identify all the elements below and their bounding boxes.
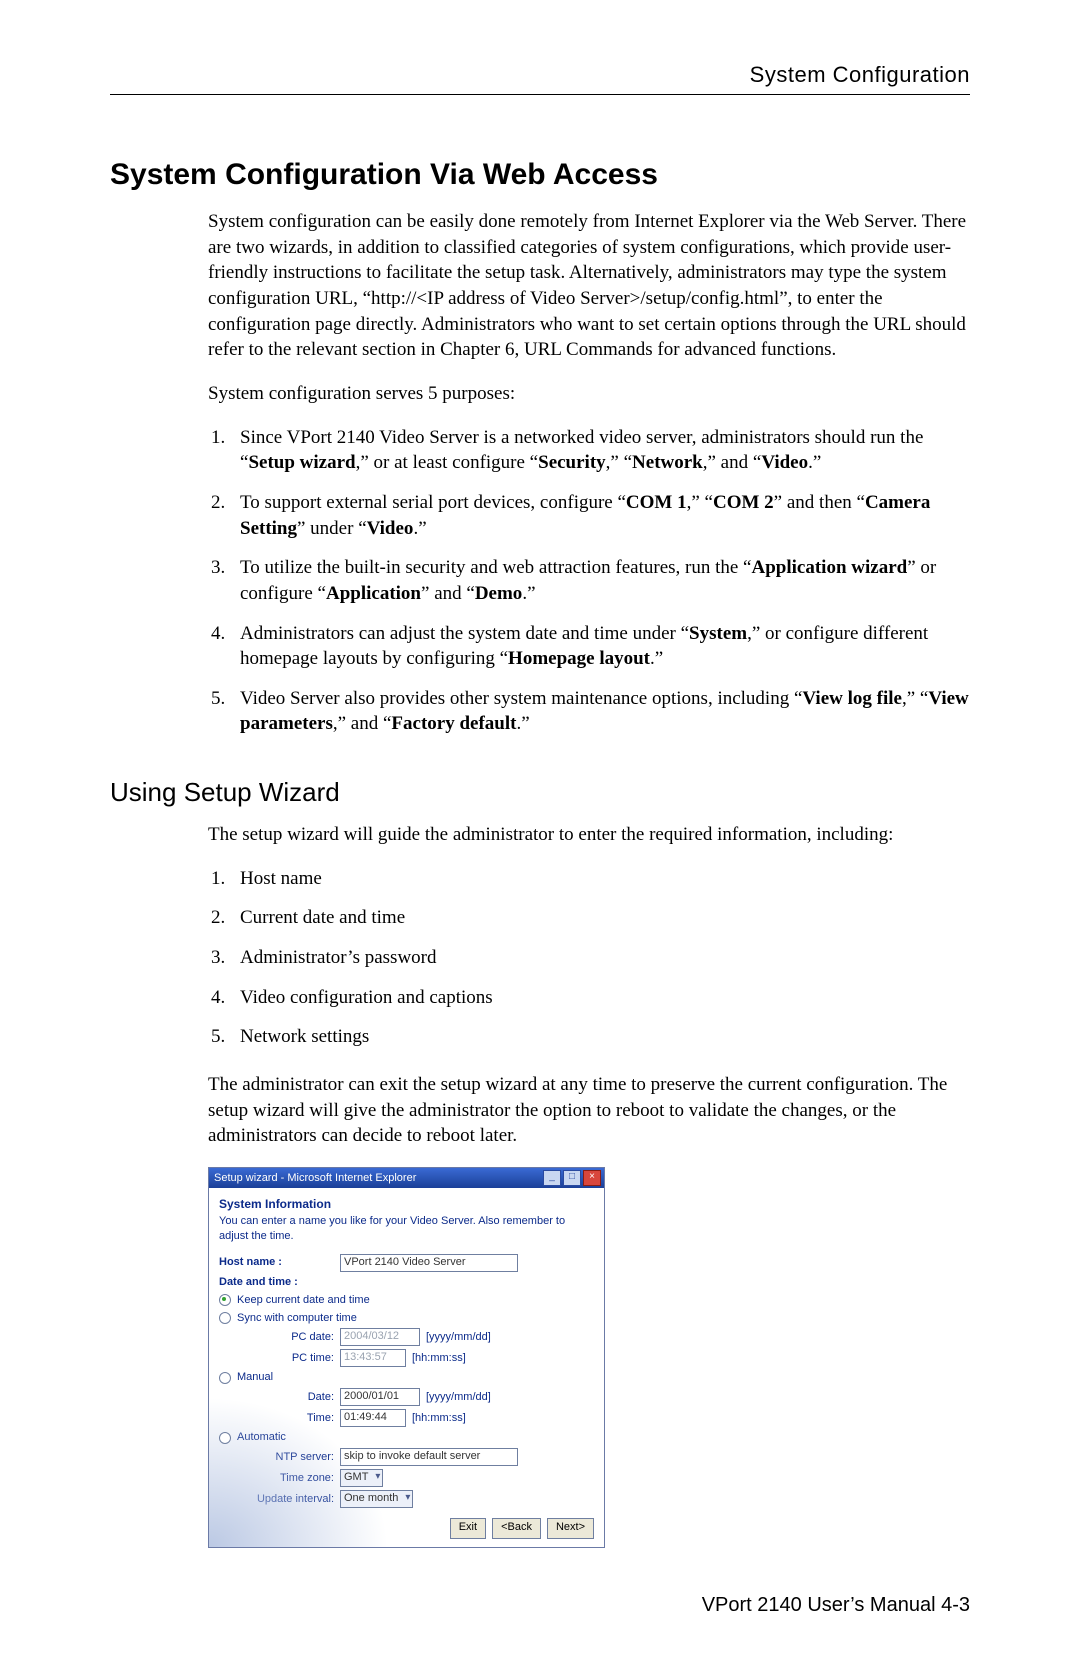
pc-date-input[interactable]: 2004/03/12	[340, 1328, 420, 1346]
list-item: Network settings	[230, 1024, 970, 1050]
update-interval-label: Update interval:	[219, 1492, 334, 1507]
dialog-subtext: You can enter a name you like for your V…	[219, 1214, 594, 1244]
radio-auto-label: Automatic	[237, 1430, 286, 1445]
hostname-label: Host name :	[219, 1255, 334, 1270]
list-item: Administrators can adjust the system dat…	[230, 621, 970, 672]
radio-manual-label: Manual	[237, 1370, 273, 1385]
wizard-lead: The setup wizard will guide the administ…	[208, 822, 970, 848]
manual-time-input[interactable]: 01:49:44	[340, 1409, 406, 1427]
radio-keep[interactable]	[219, 1294, 231, 1306]
back-button[interactable]: <Back	[492, 1518, 541, 1539]
list-item: To support external serial port devices,…	[230, 490, 970, 541]
radio-sync-label: Sync with computer time	[237, 1311, 357, 1326]
purposes-list: Since VPort 2140 Video Server is a netwo…	[208, 425, 970, 737]
update-interval-select[interactable]: One month	[340, 1490, 413, 1508]
manual-time-label: Time:	[219, 1411, 334, 1426]
list-item: To utilize the built-in security and web…	[230, 555, 970, 606]
list-item: Host name	[230, 866, 970, 892]
footer-text: VPort 2140 User’s Manual 4-3	[702, 1594, 970, 1616]
list-item: Since VPort 2140 Video Server is a netwo…	[230, 425, 970, 476]
wizard-list: Host name Current date and time Administ…	[208, 866, 970, 1050]
wizard-paragraph: The administrator can exit the setup wiz…	[208, 1072, 970, 1149]
pc-time-hint: [hh:mm:ss]	[412, 1351, 466, 1366]
manual-date-label: Date:	[219, 1390, 334, 1405]
pc-date-hint: [yyyy/mm/dd]	[426, 1330, 491, 1345]
list-item: Current date and time	[230, 905, 970, 931]
hostname-input[interactable]: VPort 2140 Video Server	[340, 1254, 518, 1272]
section-title: System Configuration Via Web Access	[110, 155, 970, 196]
manual-date-hint: [yyyy/mm/dd]	[426, 1390, 491, 1405]
page-header: System Configuration	[110, 60, 970, 95]
radio-auto[interactable]	[219, 1432, 231, 1444]
datetime-label: Date and time :	[219, 1275, 334, 1290]
minimize-button[interactable]: _	[543, 1170, 561, 1186]
intro-paragraph: System configuration can be easily done …	[208, 209, 970, 363]
maximize-button[interactable]: □	[563, 1170, 581, 1186]
list-item: Video configuration and captions	[230, 985, 970, 1011]
list-item: Administrator’s password	[230, 945, 970, 971]
ntp-label: NTP server:	[219, 1450, 334, 1465]
next-button[interactable]: Next>	[547, 1518, 594, 1539]
ntp-input[interactable]: skip to invoke default server	[340, 1448, 518, 1466]
setup-wizard-dialog: Setup wizard - Microsoft Internet Explor…	[208, 1167, 605, 1548]
radio-manual[interactable]	[219, 1372, 231, 1384]
radio-keep-label: Keep current date and time	[237, 1293, 370, 1308]
titlebar[interactable]: Setup wizard - Microsoft Internet Explor…	[209, 1168, 604, 1188]
dialog-heading: System Information	[219, 1196, 594, 1212]
exit-button[interactable]: Exit	[450, 1518, 486, 1539]
pc-time-input[interactable]: 13:43:57	[340, 1349, 406, 1367]
list-item: Video Server also provides other system …	[230, 686, 970, 737]
page-footer: VPort 2140 User’s Manual 4-3	[110, 1592, 970, 1619]
purposes-lead: System configuration serves 5 purposes:	[208, 381, 970, 407]
pc-time-label: PC time:	[219, 1351, 334, 1366]
close-button[interactable]: ×	[583, 1170, 601, 1186]
manual-time-hint: [hh:mm:ss]	[412, 1411, 466, 1426]
window-title: Setup wizard - Microsoft Internet Explor…	[214, 1171, 416, 1186]
manual-date-input[interactable]: 2000/01/01	[340, 1388, 420, 1406]
header-title: System Configuration	[750, 62, 970, 87]
pc-date-label: PC date:	[219, 1330, 334, 1345]
tz-label: Time zone:	[219, 1471, 334, 1486]
subsection-title: Using Setup Wizard	[110, 775, 970, 810]
radio-sync[interactable]	[219, 1312, 231, 1324]
timezone-select[interactable]: GMT	[340, 1469, 383, 1487]
